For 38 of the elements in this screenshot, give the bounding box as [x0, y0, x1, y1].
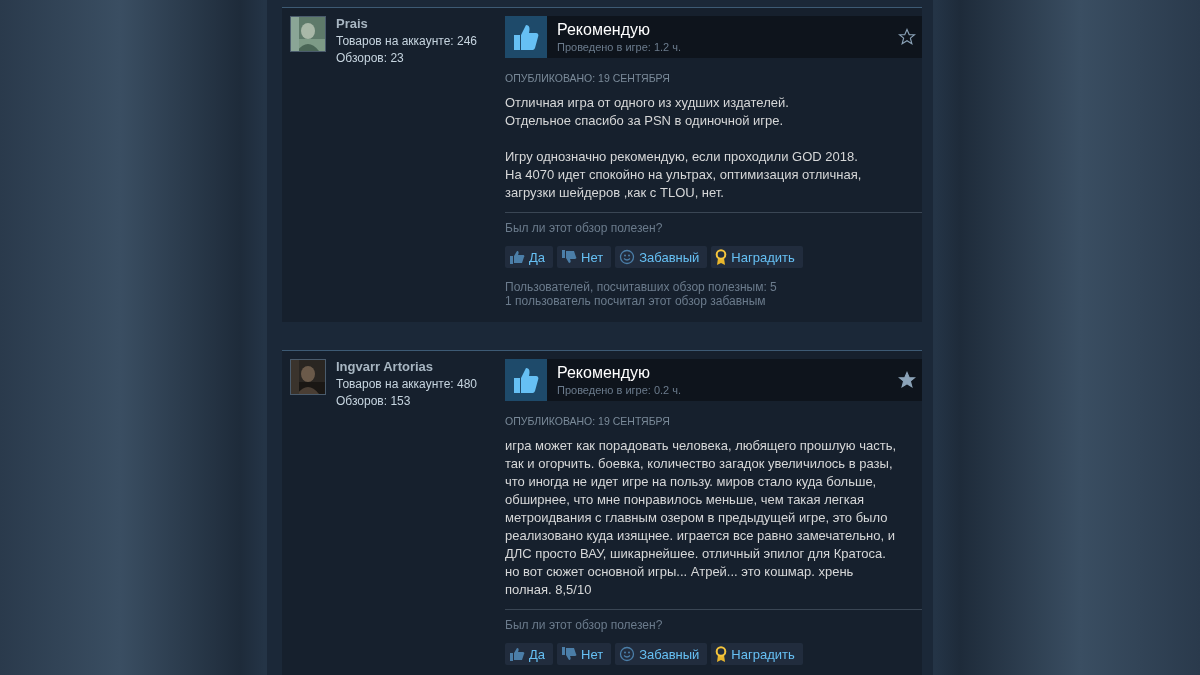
- award-icon: [715, 646, 728, 662]
- posted-date: ОПУБЛИКОВАНО: 19 СЕНТЯБРЯ: [505, 415, 671, 427]
- award-icon: [715, 249, 728, 265]
- hours-played: Проведено в игре: 0.2 ч.: [557, 384, 682, 396]
- verdict-title: Рекомендую: [557, 364, 651, 382]
- funny-button[interactable]: Забавный: [615, 643, 708, 665]
- reviews-count: Обзоров: 153: [336, 394, 412, 408]
- smiley-icon: [619, 646, 636, 662]
- review-stat: Пользователей, посчитавших обзор полезным: 5: [505, 280, 778, 294]
- author-name[interactable]: Ingvarr Artorias: [336, 359, 477, 374]
- reviews-count: Обзоров: 23: [336, 51, 405, 65]
- helpful-question: Был ли этот обзор полезен?: [505, 618, 664, 632]
- thumbs-down-icon: [561, 647, 578, 661]
- thumbs-up-icon: [505, 359, 547, 401]
- review-text: Отличная игра от одного из худших издателей. Отдельное спасибо за PSN в одиночной игре. Игру однозначно рекомендую, если проходили GOD 2018. На 4070 идет спокойно на ультрах, оптимизация отличная, загрузки шейдеров ,как с TLOU, нет.: [505, 94, 922, 213]
- products-count: Товаров на аккаунте: 246: [336, 34, 477, 48]
- star-icon[interactable]: [898, 28, 916, 46]
- hours-played: Проведено в игре: 1.2 ч.: [557, 41, 682, 53]
- helpful-question: Был ли этот обзор полезен?: [505, 221, 664, 235]
- verdict-title: Рекомендую: [557, 21, 651, 39]
- thumbs-down-icon: [561, 250, 578, 264]
- products-count: Товаров на аккаунте: 480: [336, 377, 477, 391]
- thumbs-up-icon: [509, 647, 525, 661]
- thumbs-up-icon: [505, 16, 547, 58]
- yes-button[interactable]: Да: [505, 246, 554, 268]
- yes-button[interactable]: Да: [505, 643, 554, 665]
- review-text: игра может как порадовать человека, любящего прошлую часть, так и огорчить. боевка, количество загадок увеличилось в разы, что иногда не идет игре на пользу. миров стало куда больше, обширнее, что мне понравилось меньше, чем такая легкая метроидвания с главным озером в предыдущей игре, это было реализовано куда изящнее. играется все равно замечательно, и ДЛС просто ВАУ, шикарнейшее. отличный эпилог для Кратоса. но вот сюжет основной игры... Атрей... это кошмар. хрень полная. 8,5/10: [505, 437, 922, 610]
- no-button[interactable]: Нет: [557, 643, 612, 665]
- award-button[interactable]: Наградить: [711, 246, 803, 268]
- award-button[interactable]: Наградить: [711, 643, 803, 665]
- review-stat: 1 пользователь посчитал этот обзор забавным: [505, 294, 767, 308]
- smiley-icon: [619, 249, 636, 265]
- funny-button[interactable]: Забавный: [615, 246, 708, 268]
- thumbs-up-icon: [509, 250, 525, 264]
- no-button[interactable]: Нет: [557, 246, 612, 268]
- star-icon[interactable]: [898, 371, 916, 389]
- posted-date: ОПУБЛИКОВАНО: 19 СЕНТЯБРЯ: [505, 72, 671, 84]
- author-name[interactable]: Prais: [336, 16, 477, 31]
